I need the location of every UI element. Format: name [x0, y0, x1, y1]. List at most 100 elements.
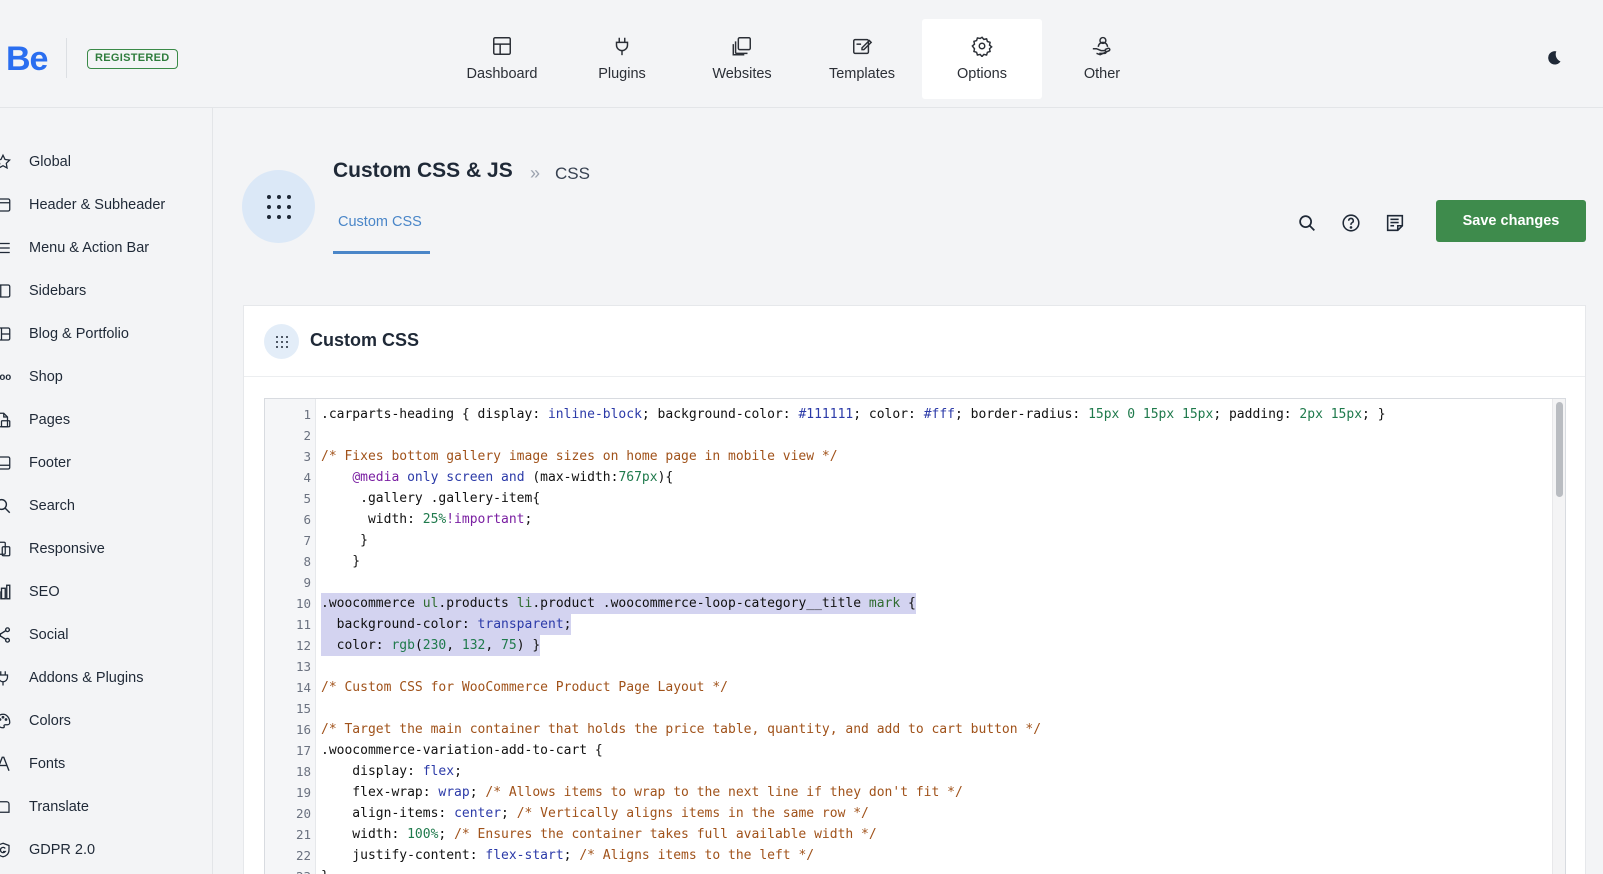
- line-number: 13: [295, 659, 311, 674]
- line-number: 14: [295, 680, 311, 695]
- line-number: 10: [295, 596, 311, 611]
- sidebar-item-search[interactable]: Search: [0, 491, 212, 521]
- sidebar-item-global[interactable]: Global: [0, 147, 212, 177]
- code-text: /* Custom CSS for WooCommerce Product Pa…: [321, 680, 728, 695]
- sidebar-item-colors[interactable]: Colors: [0, 706, 212, 736]
- sidebar-item-shop[interactable]: woo Shop: [0, 362, 212, 392]
- save-changes-button[interactable]: Save changes: [1436, 200, 1586, 242]
- code-line: 18 display: flex;: [265, 761, 1565, 782]
- nav-templates[interactable]: Templates: [802, 19, 922, 99]
- search-icon[interactable]: [1296, 212, 1318, 234]
- nav-plugins[interactable]: Plugins: [562, 19, 682, 99]
- code-line: 12 color: rgb(230, 132, 75) }: [265, 635, 1565, 656]
- dots-grid-icon: [266, 194, 291, 219]
- footer-icon: [0, 456, 11, 470]
- sidebar-item-menu[interactable]: Menu & Action Bar: [0, 233, 212, 263]
- header-icon: [0, 198, 11, 212]
- brand-logo[interactable]: Be: [6, 42, 48, 76]
- sidebar-item-label: Pages: [29, 412, 71, 428]
- palette-icon: [0, 713, 11, 729]
- search-icon: [0, 498, 11, 514]
- scrollbar-thumb[interactable]: [1556, 402, 1563, 497]
- nav-dashboard[interactable]: Dashboard: [442, 19, 562, 99]
- code-line: 5 .gallery .gallery-item{: [265, 488, 1565, 509]
- code-text: color: rgb(230, 132, 75) }: [321, 635, 541, 656]
- star-icon: [0, 153, 11, 170]
- code-text: .woocommerce ul.products li.product .woo…: [321, 593, 916, 614]
- nav-label: Plugins: [598, 66, 646, 82]
- line-number: 15: [295, 701, 311, 716]
- sidebar-item-pages[interactable]: Pages: [0, 405, 212, 435]
- gdpr-icon: [0, 842, 10, 858]
- tab-custom-css[interactable]: Custom CSS: [333, 212, 430, 254]
- hand-user-icon: [1092, 36, 1111, 56]
- nav-options[interactable]: Options: [922, 19, 1042, 99]
- line-number: 4: [303, 470, 311, 485]
- line-number: 8: [303, 554, 311, 569]
- sidebar-item-addons[interactable]: Addons & Plugins: [0, 663, 212, 693]
- share-icon: [0, 627, 11, 643]
- line-number: 18: [295, 764, 311, 779]
- line-number: 2: [303, 428, 311, 443]
- translate-icon: [0, 801, 10, 813]
- breadcrumb-separator: »: [530, 163, 541, 183]
- code-text: align-items: center; /* Vertically align…: [321, 806, 869, 821]
- line-number: 5: [303, 491, 311, 506]
- line-number: 17: [295, 743, 311, 758]
- nav-label: Dashboard: [466, 66, 538, 82]
- nav-label: Options: [957, 66, 1007, 82]
- code-text: /* Fixes bottom gallery image sizes on h…: [321, 449, 838, 464]
- code-text: /* Target the main container that holds …: [321, 722, 1042, 737]
- code-line: 7 }: [265, 530, 1565, 551]
- svg-text:woo: woo: [0, 372, 11, 383]
- dark-mode-moon-icon[interactable]: [1543, 48, 1563, 68]
- sidebar-item-gdpr[interactable]: GDPR 2.0: [0, 835, 212, 865]
- editor-scrollbar[interactable]: [1552, 399, 1565, 874]
- help-icon[interactable]: [1340, 212, 1362, 234]
- sidebar-item-label: Global: [29, 154, 71, 170]
- sidebar-item-blog[interactable]: Blog & Portfolio: [0, 319, 212, 349]
- code-text: }: [321, 533, 368, 548]
- line-number: 6: [303, 512, 311, 527]
- code-text: justify-content: flex-start; /* Aligns i…: [321, 848, 815, 863]
- woo-icon: woo: [0, 372, 11, 383]
- line-number: 11: [295, 617, 311, 632]
- code-line: 20 align-items: center; /* Vertically al…: [265, 803, 1565, 824]
- sidebar-item-label: SEO: [29, 584, 60, 600]
- sidebar-item-label: Responsive: [29, 541, 105, 557]
- code-line: 13: [265, 656, 1565, 677]
- sidebar-item-footer[interactable]: Footer: [0, 448, 212, 478]
- code-line: 4 @media only screen and (max-width:767p…: [265, 467, 1565, 488]
- sidebar-item-translate[interactable]: Translate: [0, 792, 212, 822]
- sidebar-item-responsive[interactable]: Responsive: [0, 534, 212, 564]
- line-number: 16: [295, 722, 311, 737]
- custom-css-card: Custom CSS 1 .carparts-heading { display:…: [243, 305, 1586, 874]
- code-text: .gallery .gallery-item{: [321, 491, 541, 506]
- sidebar-item-sidebars[interactable]: Sidebars: [0, 276, 212, 306]
- code-line: 16 /* Target the main container that hold…: [265, 719, 1565, 740]
- nav-label: Templates: [828, 66, 896, 82]
- sidebar-item-label: Footer: [29, 455, 71, 471]
- sidebar-item-fonts[interactable]: Fonts: [0, 749, 212, 779]
- sidebar-item-seo[interactable]: SEO: [0, 577, 212, 607]
- code-text: @media only screen and (max-width:767px)…: [352, 470, 674, 485]
- nav-other[interactable]: Other: [1042, 19, 1162, 99]
- line-number: 9: [303, 575, 311, 590]
- sidebar-item-header[interactable]: Header & Subheader: [0, 190, 212, 220]
- code-text: width: 100%; /* Ensures the container ta…: [321, 827, 877, 842]
- blog-icon: [0, 327, 11, 341]
- notes-icon[interactable]: [1384, 212, 1406, 234]
- line-number: 21: [295, 827, 311, 842]
- plug-icon: [0, 671, 9, 686]
- page-title: Custom CSS & JS: [333, 159, 513, 182]
- sidebar-item-social[interactable]: Social: [0, 620, 212, 650]
- line-number: 23: [265, 866, 311, 874]
- nav-websites[interactable]: Websites: [682, 19, 802, 99]
- line-number: 19: [295, 785, 311, 800]
- sidebar-item-label: Menu & Action Bar: [29, 240, 150, 256]
- sidebar-item-label: Social: [29, 627, 69, 643]
- code-text: .woocommerce-variation-add-to-cart {: [321, 743, 603, 758]
- css-code-editor[interactable]: 1 .carparts-heading { display: inline-blo…: [264, 398, 1566, 874]
- logo-divider: [66, 38, 67, 78]
- sidebar-item-label: Blog & Portfolio: [29, 326, 129, 342]
